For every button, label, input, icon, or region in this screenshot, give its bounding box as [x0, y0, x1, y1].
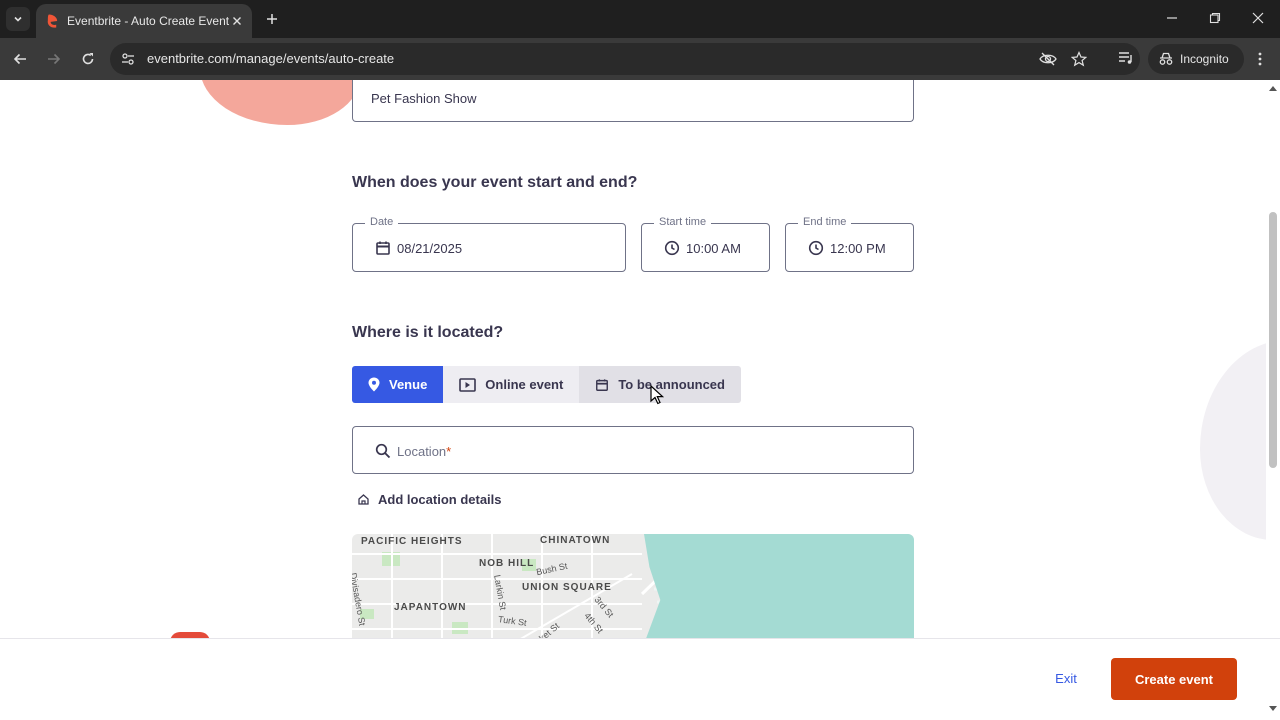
clock-icon [808, 240, 824, 256]
online-event-label: Online event [485, 377, 564, 392]
address-bar[interactable]: eventbrite.com/manage/events/auto-create [110, 43, 1140, 75]
new-tab-button[interactable] [262, 9, 282, 29]
exit-button[interactable]: Exit [1040, 667, 1092, 691]
location-map[interactable]: PACIFIC HEIGHTS CHINATOWN NOB HILL UNION… [352, 534, 914, 644]
add-location-details-label: Add location details [378, 492, 502, 507]
to-be-announced-label: To be announced [618, 377, 725, 392]
restore-button[interactable] [1207, 10, 1223, 26]
bay-water [644, 534, 914, 644]
eye-off-icon [1039, 52, 1057, 66]
start-time-value: 10:00 AM [686, 241, 741, 256]
browser-menu-button[interactable] [1250, 49, 1270, 69]
create-event-button[interactable]: Create event [1111, 658, 1237, 700]
create-event-label: Create event [1134, 671, 1214, 687]
minimize-icon [1167, 17, 1177, 19]
scroll-up-icon[interactable] [1268, 84, 1278, 92]
tab-close-button[interactable] [229, 13, 244, 29]
url-text: eventbrite.com/manage/events/auto-create [147, 51, 395, 66]
close-icon [232, 17, 241, 25]
reload-button[interactable] [78, 49, 98, 69]
home-icon [358, 494, 369, 505]
chevron-down-icon [14, 16, 22, 22]
when-heading: When does your event start and end? [352, 174, 638, 191]
location-type-selector: Venue Online event To be announced [352, 366, 741, 403]
browser-tab[interactable]: Eventbrite - Auto Create Event [36, 4, 252, 38]
start-time-label: Start time [654, 216, 712, 228]
pin-icon [368, 377, 380, 392]
map-label: PACIFIC HEIGHTS [361, 536, 463, 547]
arrow-left-icon [13, 53, 26, 65]
site-settings-icon[interactable] [120, 51, 136, 67]
map-label: CHINATOWN [540, 535, 611, 546]
plus-icon [267, 14, 277, 24]
reading-list-button[interactable] [1117, 50, 1135, 66]
page-viewport: Pet Fashion Show When does your event st… [0, 80, 1280, 720]
video-icon [459, 377, 477, 392]
where-heading: Where is it located? [352, 324, 504, 341]
action-footer: Exit Create event [0, 638, 1280, 720]
arrow-right-icon [48, 53, 61, 65]
eventbrite-favicon-icon [47, 14, 58, 28]
calendar-icon [376, 241, 390, 255]
mouse-cursor-icon [650, 385, 664, 405]
reload-icon [82, 53, 94, 65]
close-window-button[interactable] [1250, 10, 1266, 26]
tab-search-button[interactable] [6, 7, 30, 31]
end-time-value: 12:00 PM [830, 241, 886, 256]
location-placeholder: Location* [397, 444, 452, 459]
search-icon [375, 443, 391, 459]
map-label: UNION SQUARE [522, 582, 612, 593]
bookmark-button[interactable] [1070, 51, 1088, 67]
venue-button[interactable]: Venue [352, 366, 444, 403]
back-button[interactable] [10, 49, 30, 69]
scroll-down-icon[interactable] [1268, 705, 1278, 713]
close-icon [1252, 12, 1264, 24]
end-time-input[interactable]: End time 12:00 PM [785, 216, 914, 272]
date-label: Date [365, 216, 399, 228]
location-input[interactable]: Location* [352, 426, 914, 474]
date-input[interactable]: Date 08/21/2025 [352, 216, 626, 272]
more-vertical-icon [1258, 52, 1262, 66]
incognito-indicator[interactable]: Incognito [1148, 44, 1244, 74]
start-time-input[interactable]: Start time 10:00 AM [641, 216, 770, 272]
tracking-protection-button[interactable] [1039, 51, 1057, 67]
incognito-icon [1159, 52, 1173, 65]
map-label: JAPANTOWN [394, 602, 467, 613]
add-location-details-link[interactable]: Add location details [358, 492, 502, 507]
incognito-label: Incognito [1180, 52, 1229, 66]
required-mark: * [446, 444, 452, 459]
browser-toolbar: eventbrite.com/manage/events/auto-create… [0, 38, 1280, 80]
restore-icon [1209, 12, 1221, 24]
calendar-icon [596, 378, 609, 391]
forward-button[interactable] [44, 49, 64, 69]
browser-tab-bar: Eventbrite - Auto Create Event [0, 0, 1280, 38]
minimize-button[interactable] [1164, 10, 1180, 26]
event-title-value: Pet Fashion Show [371, 91, 477, 106]
date-value: 08/21/2025 [397, 241, 463, 256]
event-title-input[interactable]: Pet Fashion Show [352, 80, 914, 122]
map-label: NOB HILL [479, 558, 535, 569]
end-time-label: End time [798, 216, 852, 228]
venue-label: Venue [389, 377, 428, 392]
scrollbar-thumb[interactable] [1269, 212, 1277, 468]
tab-title: Eventbrite - Auto Create Event [67, 14, 230, 28]
online-event-button[interactable]: Online event [443, 366, 580, 403]
star-icon [1071, 51, 1087, 67]
clock-icon [664, 240, 680, 256]
media-list-icon [1119, 52, 1132, 64]
decorative-blob [200, 80, 360, 125]
